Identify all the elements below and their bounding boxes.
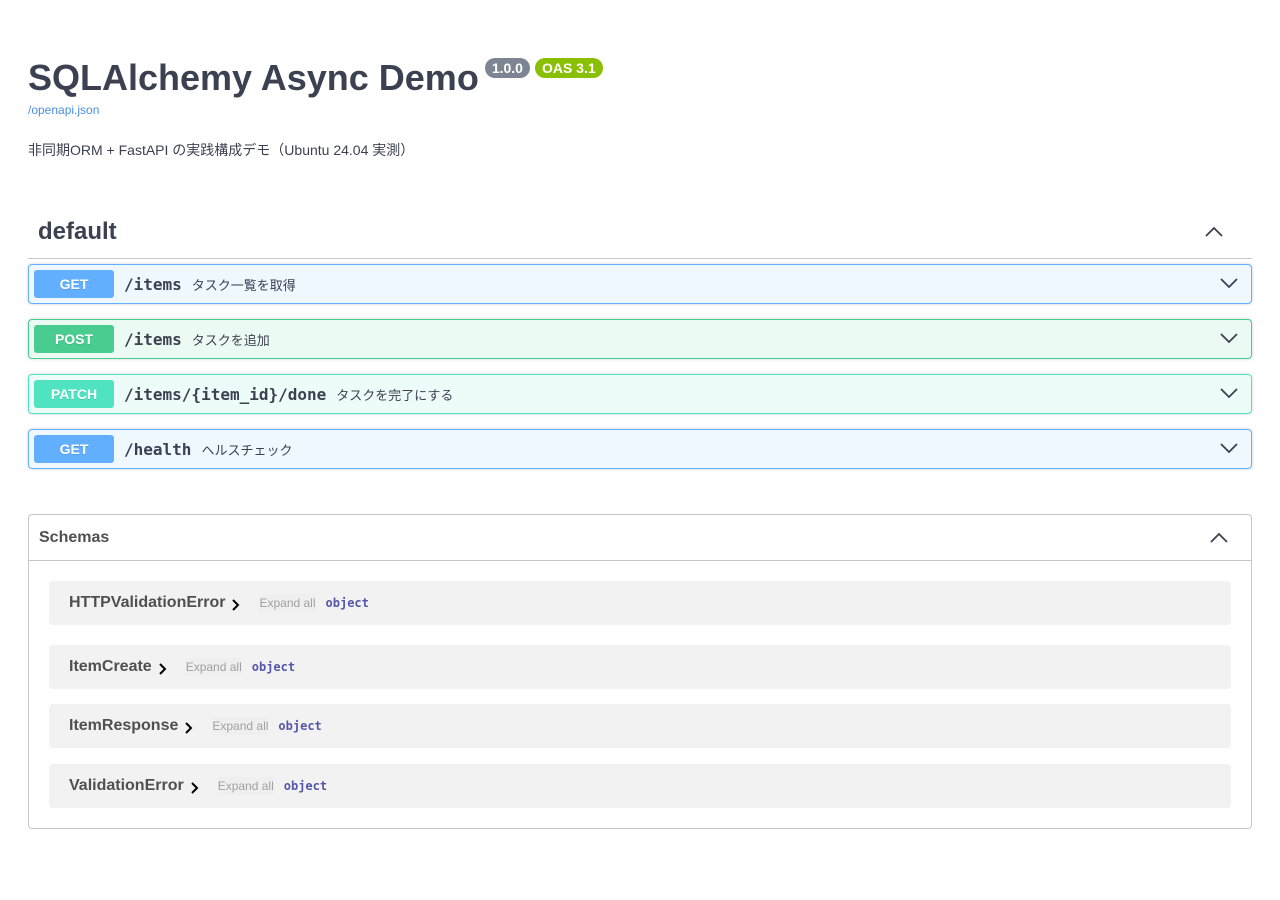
schema-name[interactable]: ItemCreate [69,658,152,676]
schema-expand-toggle[interactable] [156,662,170,676]
schema-item: ItemCreate Expand all object [49,645,1231,689]
operation-summary: タスクを追加 [191,332,270,348]
operation-get-health[interactable]: GET /health ヘルスチェック [28,429,1252,469]
method-badge: GET [34,435,114,463]
chevron-up-icon [1210,532,1228,543]
openapi-json-link[interactable]: /openapi.json [28,102,1252,118]
operation-path: /items [124,329,182,349]
version-badge: 1.0.0 [484,58,530,78]
operation-post-items[interactable]: POST /items タスクを追加 [28,319,1252,359]
chevron-down-icon [1220,388,1238,399]
swagger-ui: SQLAlchemy Async Demo 1.0.0 OAS 3.1 /ope… [0,0,1280,900]
method-badge: POST [34,325,114,353]
expand-all-button[interactable]: Expand all [212,717,268,735]
schema-name[interactable]: ValidationError [69,777,184,795]
operation-summary: タスクを完了にする [336,387,454,403]
operation-get-items[interactable]: GET /items タスク一覧を取得 [28,264,1252,304]
tag-name: default [38,218,117,245]
chevron-down-icon [1220,333,1238,344]
schemas-header[interactable]: Schemas [29,515,1251,561]
schema-expand-toggle[interactable] [188,781,202,795]
operations-list: GET /items タスク一覧を取得 POST /items タスクを追加 P… [28,264,1252,484]
schema-item: ItemResponse Expand all object [49,704,1231,748]
page-title: SQLAlchemy Async Demo [28,57,479,98]
schema-type: object [325,596,369,610]
collapse-schemas-button[interactable] [1207,526,1231,550]
operation-summary: タスク一覧を取得 [191,277,296,293]
schemas-title: Schemas [39,528,110,546]
schema-item: HTTPValidationError Expand all object [49,581,1231,625]
schema-type: object [283,779,328,793]
chevron-down-icon [1220,443,1238,454]
oas-version-badge: OAS 3.1 [534,58,603,78]
operation-path: /items/{item_id}/done [124,384,327,404]
schema-type: object [251,660,296,674]
schemas-section: Schemas HTTPValidationError Expand all o… [28,514,1252,829]
operation-patch-item-done[interactable]: PATCH /items/{item_id}/done タスクを完了にする [28,374,1252,414]
method-badge: GET [34,270,114,298]
collapse-tag-button[interactable] [1202,220,1226,244]
chevron-down-icon [1220,278,1238,289]
method-badge: PATCH [34,380,114,408]
chevron-right-icon [232,598,240,611]
expand-operation-button[interactable] [1219,273,1239,293]
expand-all-button[interactable]: Expand all [259,594,315,612]
operation-path: /items [124,274,182,294]
api-description: 非同期ORM + FastAPI の実践構成デモ（Ubuntu 24.04 実測… [28,142,415,158]
operation-summary: ヘルスチェック [201,442,293,458]
schema-expand-toggle[interactable] [182,721,196,735]
schema-name[interactable]: HTTPValidationError [69,594,225,612]
chevron-right-icon [185,721,193,734]
expand-operation-button[interactable] [1219,383,1239,403]
chevron-right-icon [190,781,199,794]
api-info: SQLAlchemy Async Demo 1.0.0 OAS 3.1 /ope… [28,56,1252,160]
chevron-right-icon [158,662,167,675]
expand-all-button[interactable]: Expand all [186,658,242,676]
schema-type: object [278,719,322,733]
schema-item: ValidationError Expand all object [49,764,1231,808]
chevron-up-icon [1205,226,1223,237]
tag-default-header[interactable]: default [28,206,1252,259]
expand-operation-button[interactable] [1219,438,1239,458]
expand-operation-button[interactable] [1219,328,1239,348]
schema-name[interactable]: ItemResponse [69,717,178,735]
schema-expand-toggle[interactable] [229,598,243,612]
title-row: SQLAlchemy Async Demo 1.0.0 OAS 3.1 [28,56,1252,102]
expand-all-button[interactable]: Expand all [218,777,274,795]
operation-path: /health [124,439,192,459]
